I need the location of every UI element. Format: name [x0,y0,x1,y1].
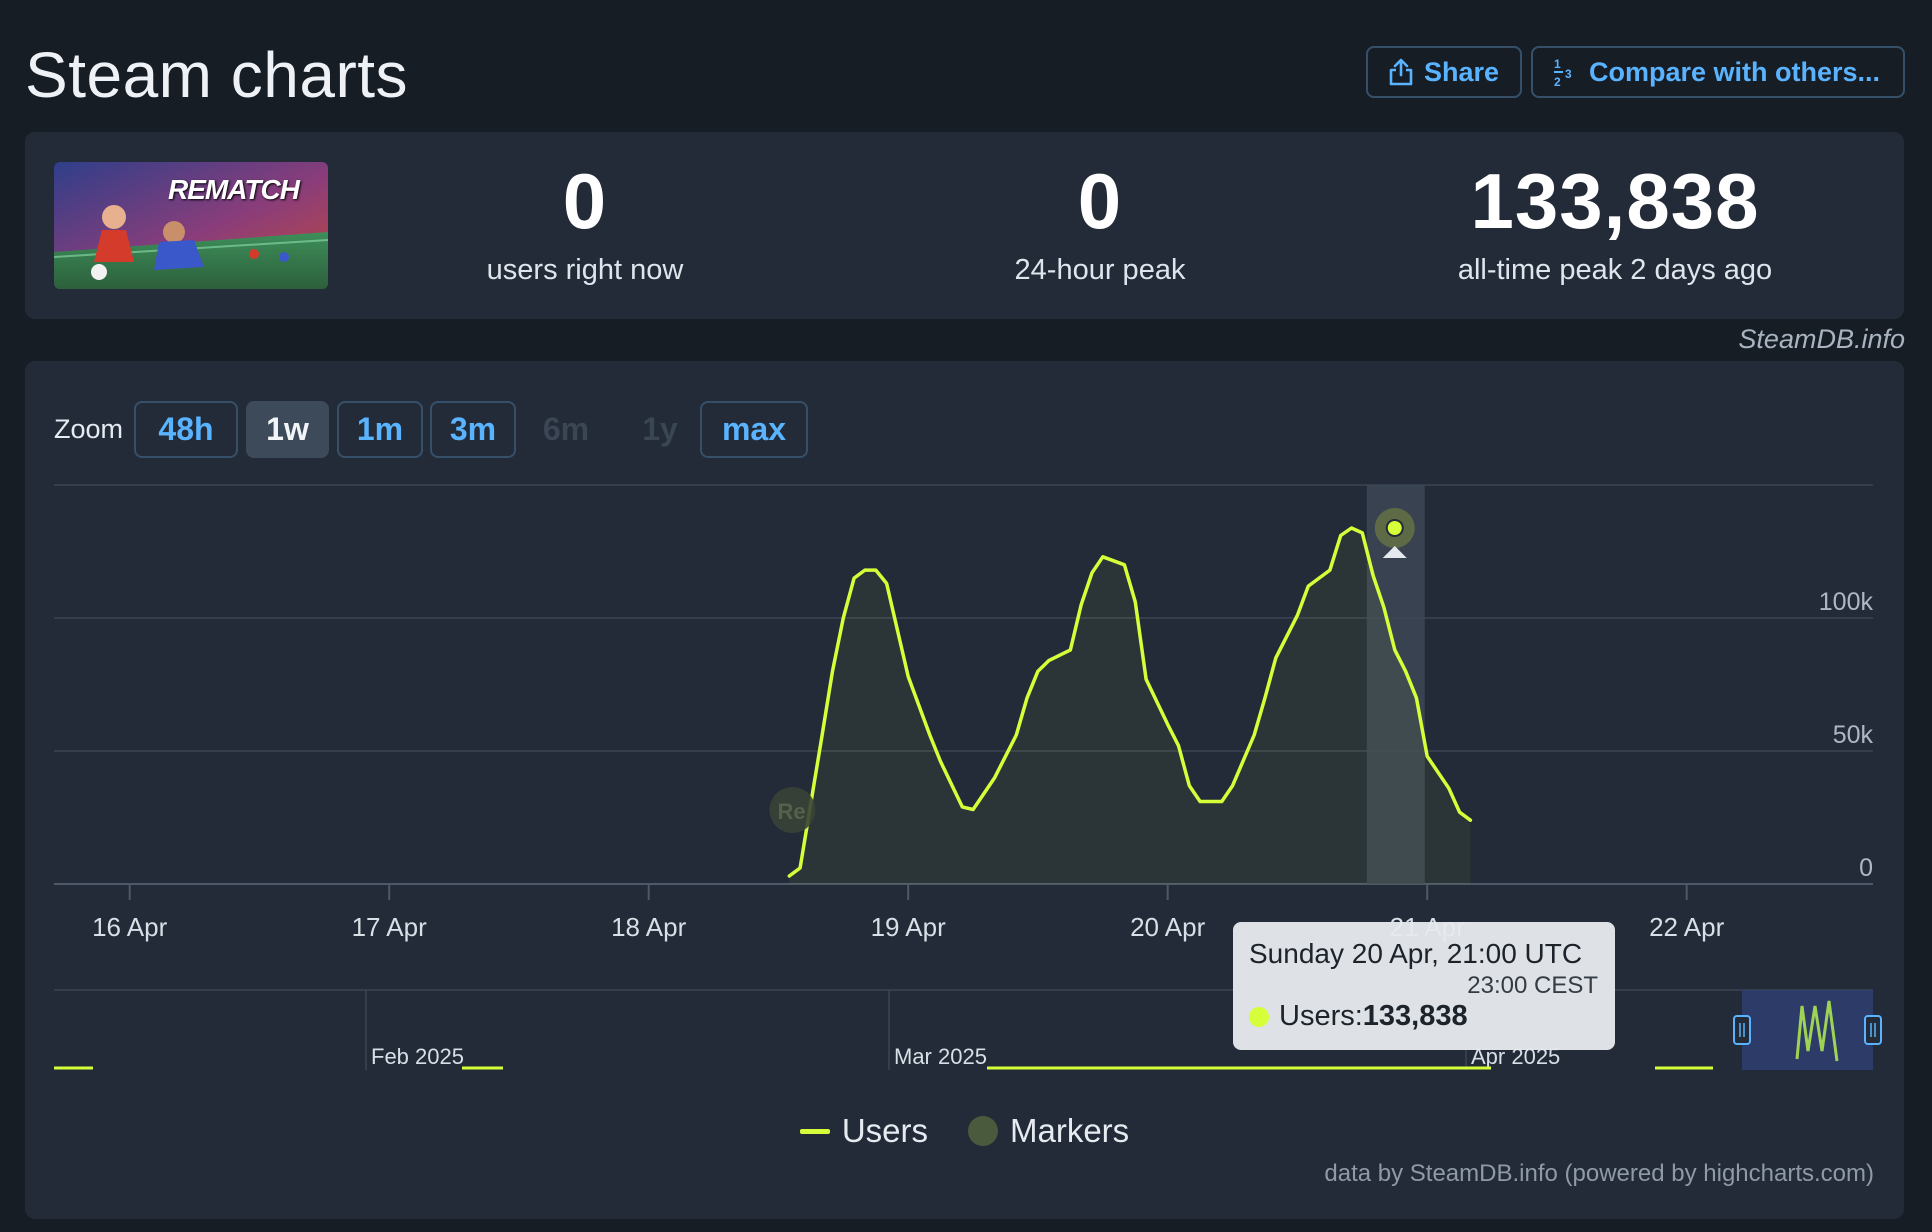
x-tick-label: 17 Apr [352,912,428,942]
series-dot-icon [1249,1006,1269,1027]
compare-label: Compare with others... [1589,56,1881,87]
y-tick-label: 100k [1819,588,1874,616]
stat-label: users right now [486,254,684,286]
share-button[interactable]: Share [1366,46,1522,98]
compare-button[interactable]: 1 3 2 Compare with others... [1531,46,1905,98]
stat-all-time-peak: 133,838 all-time peak 2 days ago [1365,162,1865,287]
tooltip-subtitle: 23:00 CEST [1467,972,1598,999]
x-tick-label: 19 Apr [871,912,947,942]
legend-users[interactable]: Users [799,1112,928,1150]
marker-swatch-icon [968,1116,998,1146]
hover-point [1385,518,1404,537]
stat-users-now: 0 users right now [335,162,835,287]
stats-card: REMATCH 0 users right now 0 24-hour peak… [25,132,1904,319]
svg-text:1: 1 [1554,57,1561,71]
x-tick-label: 22 Apr [1649,912,1725,942]
event-marker-label: Re [777,799,805,824]
navigator-label: Feb 2025 [371,1044,464,1069]
chart-legend: Users Markers [25,1106,1904,1156]
page-title: Steam charts [25,39,409,111]
compare-icon: 1 3 2 [1554,57,1572,88]
tooltip-series-label: Users: [1279,1000,1363,1032]
player-count-chart[interactable]: 050k100k16 Apr17 Apr18 Apr19 Apr20 Apr21… [25,361,1904,1101]
legend-markers[interactable]: Markers [968,1112,1129,1150]
svg-text:3: 3 [1565,67,1572,81]
share-icon [1389,58,1413,86]
line-swatch-icon [799,1128,830,1134]
navigator-handle-right[interactable] [1864,1015,1882,1045]
y-tick-label: 50k [1833,721,1874,749]
game-logo: REMATCH [168,174,300,205]
stat-value: 133,838 [1470,157,1760,245]
steamdb-credit[interactable]: SteamDB.info [1738,324,1905,355]
svg-text:2: 2 [1554,75,1561,88]
stat-value: 0 [562,157,608,245]
navigator-window [1742,990,1873,1070]
tooltip-row: Users: 133,838 [1249,1000,1468,1033]
game-thumbnail[interactable]: REMATCH [54,162,328,289]
legend-markers-label: Markers [1010,1112,1130,1149]
tooltip-value: 133,838 [1362,1000,1468,1032]
share-label: Share [1424,56,1500,87]
stat-24h-peak: 0 24-hour peak [850,162,1350,287]
highcharts-credit[interactable]: data by SteamDB.info (powered by highcha… [1324,1160,1874,1188]
stat-label: all-time peak 2 days ago [1457,254,1773,286]
y-tick-label: 0 [1859,854,1873,882]
stat-value: 0 [1077,157,1123,245]
tooltip-title: Sunday 20 Apr, 21:00 UTC [1249,938,1583,969]
stat-label: 24-hour peak [1014,254,1186,286]
legend-users-label: Users [841,1112,928,1149]
navigator-handle-left[interactable] [1733,1015,1751,1045]
chart-card: Zoom 48h 1w 1m 3m 6m 1y max 0 50k 100k 16 A… [25,361,1904,1219]
navigator-label: Mar 2025 [894,1044,987,1069]
x-tick-label: 20 Apr [1130,912,1206,942]
page-header: Steam charts Share 1 3 2 Compare with ot… [25,30,1905,111]
x-tick-label: 16 Apr [92,912,168,942]
chart-tooltip: Sunday 20 Apr, 21:00 UTC 23:00 CEST User… [1233,922,1615,1050]
x-tick-label: 18 Apr [611,912,687,942]
